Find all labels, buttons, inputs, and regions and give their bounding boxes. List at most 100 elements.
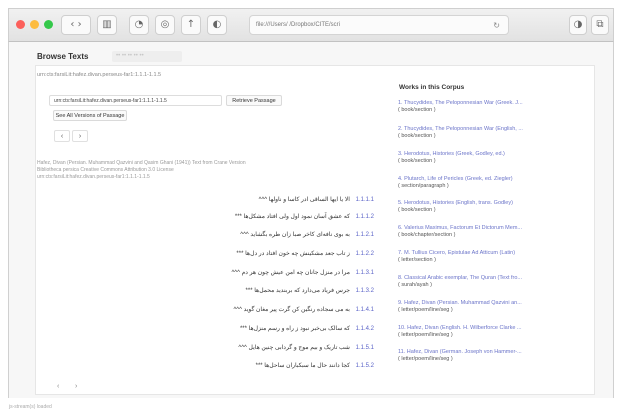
works-list-title: Works in this Corpus bbox=[399, 84, 465, 91]
work-title[interactable]: 2. Thucydides, The Peloponnesian War (En… bbox=[398, 126, 523, 133]
work-item[interactable]: 11. Hafez, Divan (German. Joseph von Ham… bbox=[398, 349, 522, 363]
work-title[interactable]: 5. Herodotus, Histories (English, trans.… bbox=[398, 200, 513, 207]
work-title[interactable]: 11. Hafez, Divan (German. Joseph von Ham… bbox=[398, 349, 522, 356]
address-text: file:///Users/ /Dropbox/CITE/scri bbox=[256, 22, 341, 28]
extensions-icon: ◑ bbox=[573, 19, 583, 30]
work-item[interactable]: 8. Classical Arabic exemplar, The Quran … bbox=[398, 275, 522, 289]
verse-ref[interactable]: 1.1.3.1 bbox=[356, 270, 374, 276]
verse-ref[interactable]: 1.1.1.1 bbox=[356, 197, 374, 203]
verse-ref[interactable]: 1.1.2.1 bbox=[356, 232, 374, 238]
work-citation-scheme: ( letter/poem/line/seg ) bbox=[398, 307, 453, 313]
metadata-line: Bibliotheca persica Creative Commons Att… bbox=[37, 167, 174, 173]
verse-text: جرس فریاد می‌دارد که بربندید محمل‌ها *** bbox=[245, 288, 350, 294]
work-title[interactable]: 3. Herodotus, Histories (Greek, Godley, … bbox=[398, 151, 505, 158]
history-icon: ◔ bbox=[134, 19, 144, 30]
status-bar-text: js-stream(s) loaded bbox=[9, 404, 52, 410]
verse-text: مرا در منزل جانان چه امن عیش چون هر دم ^… bbox=[231, 270, 350, 276]
verse-line: 1.1.4.2 که سالک بی‌خبر نبود ز راه و رسم … bbox=[240, 325, 374, 332]
verse-ref[interactable]: 1.1.4.1 bbox=[356, 307, 374, 313]
work-citation-scheme: ( section/paragraph ) bbox=[398, 183, 449, 189]
sidebar-toggle-button[interactable]: ▥ bbox=[97, 15, 117, 35]
verse-ref[interactable]: 1.1.2.2 bbox=[356, 251, 374, 257]
work-item[interactable]: 10. Hafez, Divan (English. H. Wilberforc… bbox=[398, 325, 522, 339]
work-title[interactable]: 6. Valerius Maximus, Factorum Et Dictoru… bbox=[398, 225, 522, 232]
extensions-button[interactable]: ◑ bbox=[569, 15, 587, 35]
verse-line: 1.1.5.1 شب تاریک و بیم موج و گردابی چنین… bbox=[238, 344, 374, 351]
work-citation-scheme: ( book/section ) bbox=[398, 133, 436, 139]
tabs-icon: ⧉ bbox=[596, 19, 604, 30]
metadata-line: Hafez, Divan (Persian. Muhammad Qazvini … bbox=[37, 160, 246, 166]
work-citation-scheme: ( book/section ) bbox=[398, 158, 436, 164]
work-item[interactable]: 3. Herodotus, Histories (Greek, Godley, … bbox=[398, 151, 505, 165]
page-title: Browse Texts bbox=[37, 52, 89, 61]
work-item[interactable]: 7. M. Tullius Cicero, Epistulae Ad Attic… bbox=[398, 250, 515, 264]
work-citation-scheme: ( book/section ) bbox=[398, 207, 436, 213]
maximize-window-button[interactable] bbox=[44, 20, 53, 29]
back-forward-buttons[interactable]: ‹ › bbox=[61, 15, 91, 35]
bottom-prev-button[interactable]: ‹ bbox=[57, 383, 59, 390]
verse-ref[interactable]: 1.1.5.2 bbox=[356, 363, 374, 369]
work-title[interactable]: 4. Plutarch, Life of Pericles (Greek, ed… bbox=[398, 176, 513, 183]
verse-ref[interactable]: 1.1.5.1 bbox=[356, 345, 374, 351]
sidebar-icon: ▥ bbox=[102, 19, 112, 30]
verse-ref[interactable]: 1.1.3.2 bbox=[356, 288, 374, 294]
page-title-tab[interactable]: •• •• •• •• •• bbox=[112, 51, 182, 62]
metadata-line: urn:cts:farsiLit:hafez.divan.perseus-far… bbox=[37, 174, 150, 180]
history-button[interactable]: ◔ bbox=[129, 15, 149, 35]
verse-line: 1.1.5.2 کجا دانند حال ما سبکباران ساحل‌ه… bbox=[256, 362, 374, 369]
verse-text: ز تاب جعد مشکینش چه خون افتاد در دل‌ها *… bbox=[236, 251, 350, 257]
verse-line: 1.1.4.1 به می سجاده رنگین کن گرت پیر مغا… bbox=[233, 306, 374, 313]
see-all-versions-button[interactable]: See All Versions of Passage bbox=[53, 110, 127, 121]
verse-ref[interactable]: 1.1.4.2 bbox=[356, 326, 374, 332]
next-passage-button[interactable]: › bbox=[72, 130, 88, 142]
share-icon: ↑ bbox=[186, 19, 196, 30]
work-item[interactable]: 2. Thucydides, The Peloponnesian War (En… bbox=[398, 126, 523, 140]
work-title[interactable]: 10. Hafez, Divan (English. H. Wilberforc… bbox=[398, 325, 522, 332]
work-citation-scheme: ( letter/poem/line/seg ) bbox=[398, 332, 453, 338]
new-tab-button[interactable]: ⧉ bbox=[591, 15, 609, 35]
work-item[interactable]: 1. Thucydides, The Peloponnesian War (Gr… bbox=[398, 100, 523, 114]
minimize-window-button[interactable] bbox=[30, 20, 39, 29]
urn-input[interactable]: urn:cts:farsiLit:hafez.divan.perseus-far… bbox=[49, 95, 222, 106]
work-citation-scheme: ( book/chapter/section ) bbox=[398, 232, 456, 238]
browser-window: ‹ › ▥ ◔ ◎ ↑ ◐ file:///Users/ /Dropbox/CI… bbox=[0, 0, 624, 419]
work-title[interactable]: 1. Thucydides, The Peloponnesian War (Gr… bbox=[398, 100, 523, 107]
work-title[interactable]: 9. Hafez, Divan (Persian. Muhammad Qazvi… bbox=[398, 300, 522, 307]
verse-text: به بوی نافه‌ای کاخر صبا زان طره بگشاید ^… bbox=[240, 232, 350, 238]
forward-icon: › bbox=[77, 19, 82, 30]
work-title[interactable]: 8. Classical Arabic exemplar, The Quran … bbox=[398, 275, 522, 282]
verse-line: 1.1.2.1 به بوی نافه‌ای کاخر صبا زان طره … bbox=[240, 231, 374, 238]
verse-text: که عشق آسان نمود اول ولی افتاد مشکل‌ها *… bbox=[234, 214, 350, 220]
verse-text: الا یا ایها الساقی ادر کاسا و ناولها ^^^ bbox=[258, 197, 350, 203]
share-button[interactable]: ↑ bbox=[181, 15, 201, 35]
work-title[interactable]: 7. M. Tullius Cicero, Epistulae Ad Attic… bbox=[398, 250, 515, 257]
address-bar[interactable]: file:///Users/ /Dropbox/CITE/scri ↻ bbox=[249, 15, 509, 35]
work-citation-scheme: ( surah/ayah ) bbox=[398, 282, 432, 288]
verse-line: 1.1.1.2 که عشق آسان نمود اول ولی افتاد م… bbox=[235, 213, 374, 220]
verse-line: 1.1.3.1 مرا در منزل جانان چه امن عیش چون… bbox=[231, 269, 374, 276]
verse-line: 1.1.3.2 جرس فریاد می‌دارد که بربندید محم… bbox=[246, 287, 374, 294]
back-icon: ‹ bbox=[70, 19, 75, 30]
verse-text: به می سجاده رنگین کن گرت پیر مغان گوید ^… bbox=[233, 307, 350, 313]
urn-header: urn:cts:farsiLit:hafez.divan.perseus-far… bbox=[37, 72, 162, 78]
prev-passage-button[interactable]: ‹ bbox=[54, 130, 70, 142]
verse-text: که سالک بی‌خبر نبود ز راه و رسم منزل‌ها … bbox=[239, 326, 350, 332]
shield-icon: ◐ bbox=[212, 19, 222, 30]
work-citation-scheme: ( letter/section ) bbox=[398, 257, 436, 263]
verse-text: کجا دانند حال ما سبکباران ساحل‌ها *** bbox=[255, 363, 350, 369]
bottom-next-button[interactable]: › bbox=[75, 383, 77, 390]
close-window-button[interactable] bbox=[16, 20, 25, 29]
browser-toolbar: ‹ › ▥ ◔ ◎ ↑ ◐ file:///Users/ /Dropbox/CI… bbox=[8, 8, 614, 42]
work-item[interactable]: 9. Hafez, Divan (Persian. Muhammad Qazvi… bbox=[398, 300, 522, 314]
downloads-button[interactable]: ◎ bbox=[155, 15, 175, 35]
retrieve-passage-button[interactable]: Retrieve Passage bbox=[226, 95, 282, 106]
reload-icon[interactable]: ↻ bbox=[493, 16, 500, 34]
verse-line: 1.1.2.2 ز تاب جعد مشکینش چه خون افتاد در… bbox=[236, 250, 374, 257]
work-item[interactable]: 6. Valerius Maximus, Factorum Et Dictoru… bbox=[398, 225, 522, 239]
work-item[interactable]: 4. Plutarch, Life of Pericles (Greek, ed… bbox=[398, 176, 513, 190]
work-citation-scheme: ( letter/poem/line/seg ) bbox=[398, 356, 453, 362]
verse-text: شب تاریک و بیم موج و گردابی چنین هایل ^^… bbox=[238, 345, 350, 351]
privacy-button[interactable]: ◐ bbox=[207, 15, 227, 35]
work-item[interactable]: 5. Herodotus, Histories (English, trans.… bbox=[398, 200, 513, 214]
verse-ref[interactable]: 1.1.1.2 bbox=[356, 214, 374, 220]
